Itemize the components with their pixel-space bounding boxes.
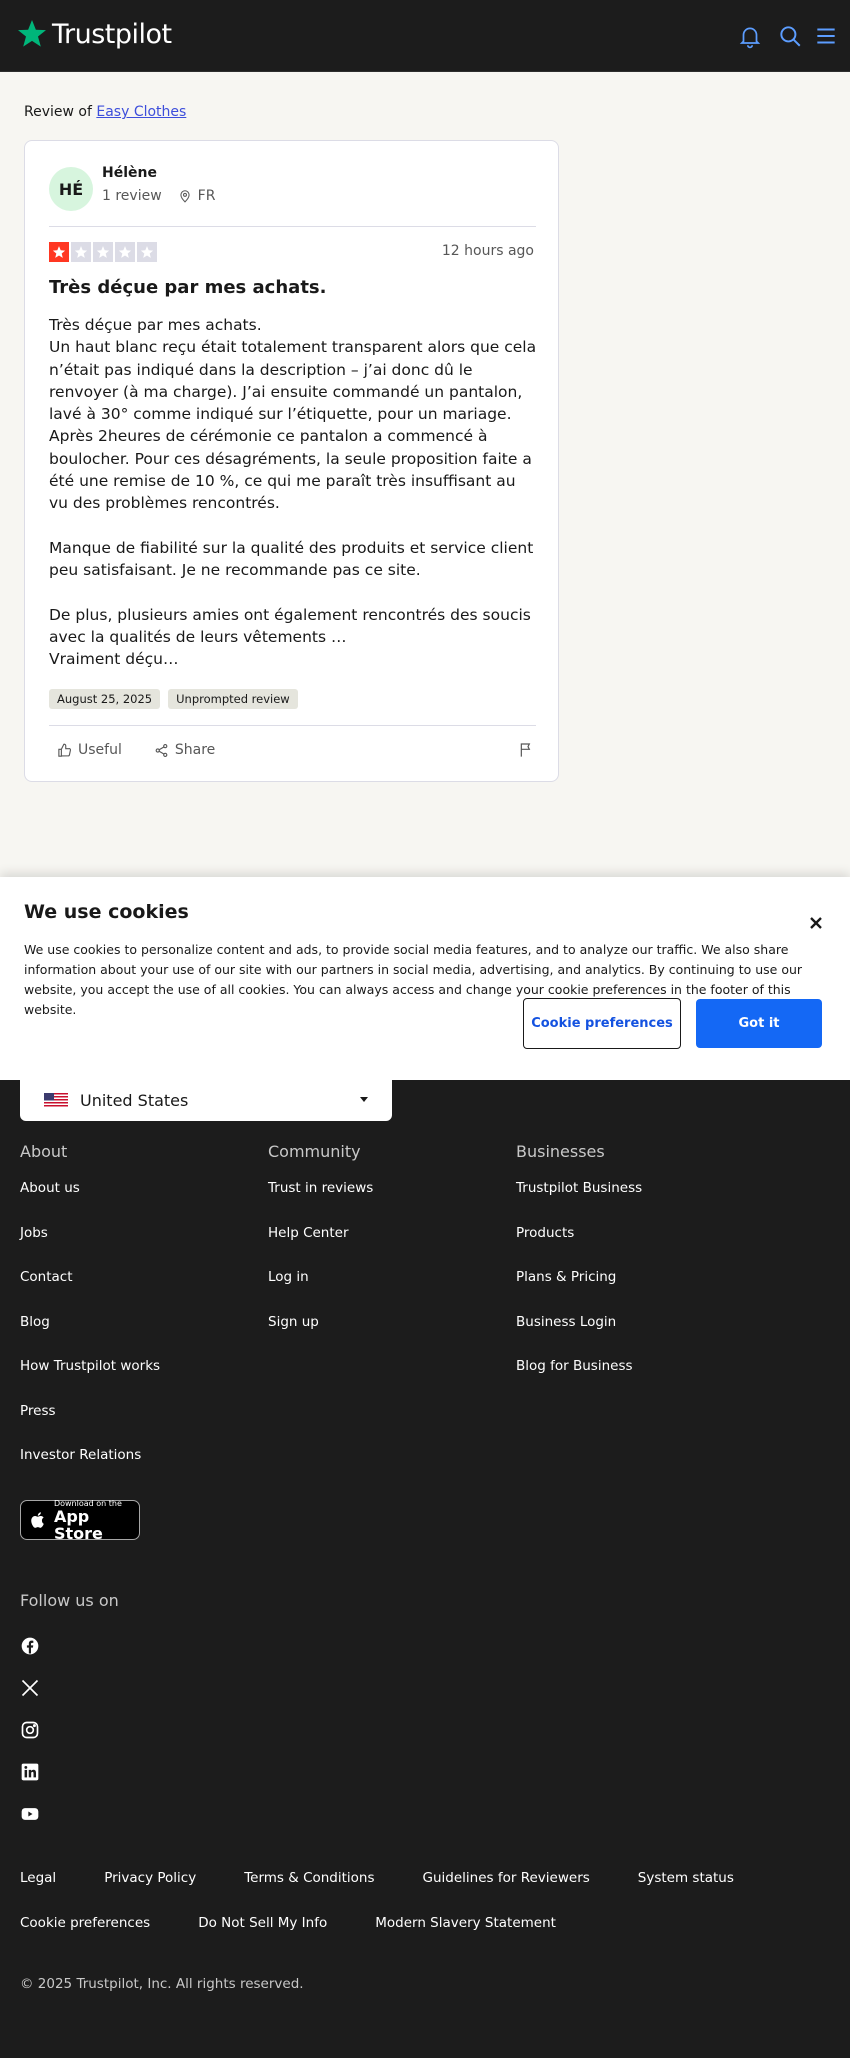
card-divider-bottom — [49, 725, 536, 726]
footer-link[interactable]: Products — [516, 1225, 642, 1270]
apple-icon — [31, 1512, 44, 1528]
share-label: Share — [174, 742, 216, 758]
linkedin-icon[interactable] — [20, 1762, 40, 1782]
follow-us-title: Follow us on — [20, 1591, 119, 1610]
footer-link[interactable]: Press — [20, 1403, 160, 1448]
instagram-icon[interactable] — [20, 1720, 40, 1740]
location-pin-icon — [180, 190, 190, 203]
star-icon — [71, 242, 91, 262]
close-icon[interactable] — [806, 913, 826, 933]
legal-link[interactable]: Legal — [20, 1870, 56, 1886]
reviewer-location: FR — [178, 188, 216, 204]
card-divider-top — [49, 226, 536, 227]
legal-link[interactable]: Cookie preferences — [20, 1915, 150, 1931]
cookie-preferences-button[interactable]: Cookie preferences — [523, 998, 681, 1049]
site-header: Trustpilot — [0, 0, 850, 72]
footer-column-title: Community — [268, 1142, 361, 1161]
us-flag-icon — [44, 1093, 68, 1108]
app-store-big-text: App Store — [53, 1506, 103, 1543]
reviewer-name[interactable]: Hélène — [102, 165, 157, 181]
star-icon — [115, 242, 135, 262]
site-footer: United States About About us Jobs Contact Bl… — [0, 1080, 850, 2058]
got-it-button[interactable]: Got it — [696, 999, 822, 1048]
company-link[interactable]: Easy Clothes — [96, 104, 186, 120]
menu-icon[interactable] — [813, 23, 839, 49]
legal-link[interactable]: Do Not Sell My Info — [198, 1915, 327, 1931]
footer-column-title: About — [20, 1142, 68, 1161]
footer-link[interactable]: Jobs — [20, 1225, 160, 1270]
review-of-prefix: Review of — [24, 104, 92, 120]
trustpilot-logo[interactable]: Trustpilot — [16, 18, 172, 50]
footer-link[interactable]: Help Center — [268, 1225, 373, 1270]
star-icon — [137, 242, 157, 262]
date-tag: August 25, 2025 — [49, 689, 161, 709]
review-actions: Useful Share — [49, 742, 223, 758]
useful-button[interactable]: Useful — [49, 742, 130, 758]
footer-column-title: Businesses — [516, 1142, 605, 1161]
x-icon[interactable] — [20, 1678, 40, 1698]
footer-link[interactable]: Blog for Business — [516, 1358, 642, 1403]
footer-link[interactable]: Blog — [20, 1314, 160, 1359]
app-store-text: Download on the App Store — [54, 1499, 139, 1542]
cookie-banner: We use cookies We use cookies to persona… — [0, 877, 850, 1080]
legal-link[interactable]: Guidelines for Reviewers — [423, 1870, 590, 1886]
review-body: Très déçue par mes achats. Un haut blanc… — [49, 316, 537, 669]
app-store-badge[interactable]: Download on the App Store — [20, 1499, 140, 1542]
youtube-icon[interactable] — [20, 1804, 40, 1824]
reviewer-meta: 1 review FR — [102, 188, 215, 204]
useful-label: Useful — [78, 742, 122, 758]
logo-text: Trustpilot — [52, 18, 172, 50]
copyright: © 2025 Trustpilot, Inc. All rights reser… — [20, 1976, 304, 1992]
bell-icon[interactable] — [737, 23, 763, 49]
star-icon — [49, 242, 69, 262]
footer-link[interactable]: Investor Relations — [20, 1447, 160, 1492]
footer-column-community: Community Trust in reviews Help Center Log … — [268, 1142, 373, 1358]
share-icon — [155, 743, 168, 757]
legal-link[interactable]: System status — [638, 1870, 734, 1886]
footer-link[interactable]: Log in — [268, 1269, 373, 1314]
thumbs-up-icon — [58, 743, 72, 757]
cookie-title: We use cookies — [24, 901, 189, 923]
legal-links-row-1: Legal Privacy Policy Terms & Conditions Gui… — [20, 1870, 782, 1886]
review-title: Très déçue par mes achats. — [49, 277, 327, 298]
reviewer-country: FR — [197, 188, 216, 204]
legal-link[interactable]: Terms & Conditions — [244, 1870, 374, 1886]
footer-link[interactable]: How Trustpilot works — [20, 1358, 160, 1403]
flag-icon[interactable] — [518, 742, 534, 758]
review-of-line: Review of Easy Clothes — [24, 104, 186, 120]
star-icon — [93, 242, 113, 262]
legal-links-row-2: Cookie preferences Do Not Sell My Info Mod… — [20, 1915, 604, 1931]
review-time: 12 hours ago — [441, 243, 534, 259]
footer-column-businesses: Businesses Trustpilot Business Products Pla… — [516, 1142, 642, 1403]
footer-link[interactable]: Trustpilot Business — [516, 1180, 642, 1225]
main-content: Review of Easy Clothes HÉ Hélène 1 revie… — [0, 72, 850, 877]
country-name: United States — [80, 1091, 189, 1110]
star-rating — [49, 242, 157, 262]
search-icon[interactable] — [777, 23, 803, 49]
facebook-icon[interactable] — [20, 1636, 40, 1656]
footer-link[interactable]: Business Login — [516, 1314, 642, 1359]
footer-link[interactable]: Plans & Pricing — [516, 1269, 642, 1314]
review-tags: August 25, 2025 Unprompted review — [49, 689, 298, 709]
footer-link[interactable]: Trust in reviews — [268, 1180, 373, 1225]
unprompted-tag[interactable]: Unprompted review — [168, 689, 298, 709]
avatar[interactable]: HÉ — [49, 167, 93, 211]
legal-link[interactable]: Privacy Policy — [104, 1870, 196, 1886]
chevron-down-icon — [360, 1097, 368, 1102]
legal-link[interactable]: Modern Slavery Statement — [375, 1915, 556, 1931]
footer-link[interactable]: Sign up — [268, 1314, 373, 1359]
review-card: HÉ Hélène 1 review FR 12 hours ago Très … — [24, 140, 559, 782]
country-selector[interactable]: United States — [20, 1080, 392, 1121]
footer-link[interactable]: Contact — [20, 1269, 160, 1314]
footer-link[interactable]: About us — [20, 1180, 160, 1225]
footer-column-about: About About us Jobs Contact Blog How Trustpil… — [20, 1142, 160, 1492]
share-button[interactable]: Share — [146, 742, 223, 758]
review-count: 1 review — [102, 188, 162, 204]
star-logo-icon — [18, 20, 46, 47]
